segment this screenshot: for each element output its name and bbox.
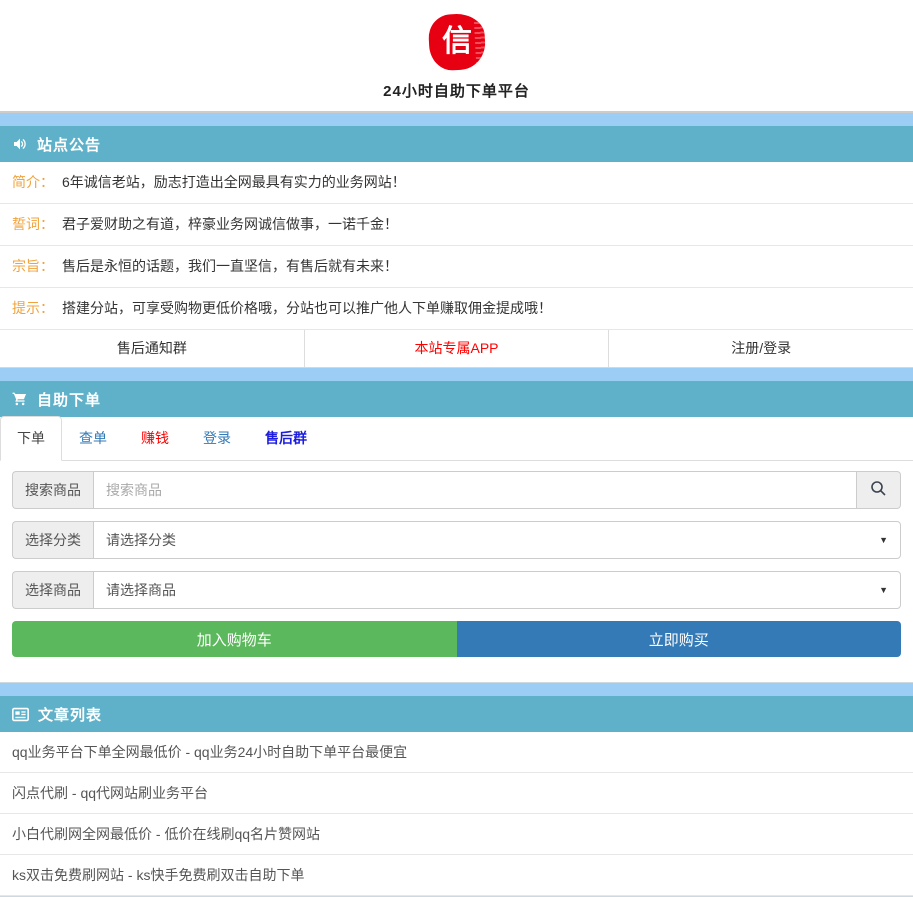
product-label: 选择商品 [12,571,93,609]
search-input[interactable] [93,471,857,509]
category-group: 选择分类 请选择分类 ▼ [12,521,901,559]
speaker-icon [12,136,28,152]
announcement-panel-title: 站点公告 [37,134,101,155]
search-group: 搜索商品 [12,471,901,509]
product-group: 选择商品 请选择商品 ▼ [12,571,901,609]
cart-icon [12,391,28,407]
chevron-down-icon: ▼ [879,580,888,600]
articles-panel-title: 文章列表 [38,704,102,725]
articles-panel-heading: 文章列表 [0,696,913,732]
article-link[interactable]: 小白代刷网全网最低价 - 低价在线刷qq名片赞网站 [0,814,913,855]
article-link[interactable]: 闪点代刷 - qq代网站刷业务平台 [0,773,913,814]
product-select-value: 请选择商品 [106,580,176,600]
order-form: 搜索商品 选择分类 请选择分类 ▼ 选择商品 请选择商品 ▼ 加入购物车 [0,461,913,682]
order-tabs: 下单 查单 赚钱 登录 售后群 [0,417,913,461]
register-login-link[interactable]: 注册/登录 [608,330,913,367]
aftersale-group-link[interactable]: 售后通知群 [0,330,304,367]
site-header: 信 24小时自助下单平台 [0,0,913,113]
category-select-value: 请选择分类 [106,530,176,550]
articles-panel: 文章列表 qq业务平台下单全网最低价 - qq业务24小时自助下单平台最便宜 闪… [0,696,913,897]
site-logo[interactable]: 信 [427,13,486,72]
chevron-down-icon: ▼ [879,530,888,550]
announcement-panel: 站点公告 简介： 6年诚信老站，励志打造出全网最具有实力的业务网站！ 誓词： 君… [0,126,913,368]
announcement-text: 售后是永恒的话题，我们一直坚信，有售后就有未来！ [62,258,398,275]
tab-earn-money[interactable]: 赚钱 [124,416,186,461]
page-gap [0,113,913,126]
logo-seal-character: 信 [442,27,472,57]
tab-login[interactable]: 登录 [186,416,248,461]
tab-place-order[interactable]: 下单 [0,416,62,461]
announcement-label: 誓词： [12,216,54,233]
search-label: 搜索商品 [12,471,93,509]
announcement-label: 简介： [12,174,54,191]
announcement-label: 提示： [12,300,54,317]
order-panel-heading: 自助下单 [0,381,913,417]
search-button[interactable] [857,471,901,509]
announcement-row-oath: 誓词： 君子爱财助之有道，梓豪业务网诚信做事，一诺千金！ [0,204,913,246]
announcement-row-intro: 简介： 6年诚信老站，励志打造出全网最具有实力的业务网站！ [0,162,913,204]
site-app-link[interactable]: 本站专属APP [304,330,609,367]
order-panel-title: 自助下单 [37,389,101,410]
order-buttons: 加入购物车 立即购买 [12,621,901,657]
site-title: 24小时自助下单平台 [383,80,530,101]
order-panel: 自助下单 下单 查单 赚钱 登录 售后群 搜索商品 选择分类 请选择分类 ▼ 选… [0,381,913,683]
announcement-text: 搭建分站，可享受购物更低价格哦，分站也可以推广他人下单赚取佣金提成哦！ [62,300,552,317]
newspaper-icon [12,707,29,722]
category-select[interactable]: 请选择分类 ▼ [93,521,901,559]
announcement-label: 宗旨： [12,258,54,275]
tab-check-order[interactable]: 查单 [62,416,124,461]
category-label: 选择分类 [12,521,93,559]
product-select[interactable]: 请选择商品 ▼ [93,571,901,609]
add-to-cart-button[interactable]: 加入购物车 [12,621,457,657]
search-icon [870,480,887,500]
buy-now-button[interactable]: 立即购买 [457,621,902,657]
announcement-row-tip: 提示： 搭建分站，可享受购物更低价格哦，分站也可以推广他人下单赚取佣金提成哦！ [0,288,913,330]
quick-links-row: 售后通知群 本站专属APP 注册/登录 [0,330,913,367]
announcement-panel-heading: 站点公告 [0,126,913,162]
page-gap [0,368,913,381]
article-link[interactable]: qq业务平台下单全网最低价 - qq业务24小时自助下单平台最便宜 [0,732,913,773]
page-gap [0,683,913,696]
tab-aftersale-group[interactable]: 售后群 [248,416,324,461]
announcement-row-purpose: 宗旨： 售后是永恒的话题，我们一直坚信，有售后就有未来！ [0,246,913,288]
announcement-text: 6年诚信老站，励志打造出全网最具有实力的业务网站！ [62,174,406,191]
announcement-text: 君子爱财助之有道，梓豪业务网诚信做事，一诺千金！ [62,216,398,233]
article-link[interactable]: ks双击免费刷网站 - ks快手免费刷双击自助下单 [0,855,913,896]
